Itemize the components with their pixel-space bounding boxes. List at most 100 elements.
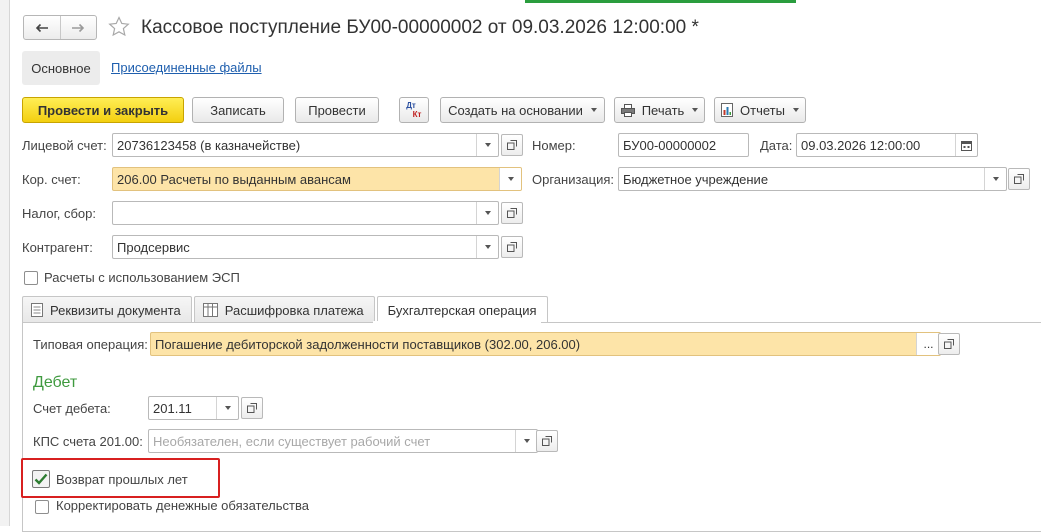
- tax-field[interactable]: [112, 201, 499, 225]
- save-button[interactable]: Записать: [192, 97, 284, 123]
- counterparty-dropdown[interactable]: [476, 236, 498, 258]
- organization-dropdown[interactable]: [984, 168, 1006, 190]
- tax-label: Налог, сбор:: [22, 206, 96, 221]
- account-open-button[interactable]: [501, 134, 523, 156]
- post-and-close-button[interactable]: Провести и закрыть: [22, 97, 184, 123]
- open-form-icon: [247, 403, 257, 413]
- tab-main[interactable]: Основное: [22, 51, 100, 85]
- chevron-down-icon: [507, 177, 514, 181]
- open-form-icon: [507, 242, 517, 252]
- counterparty-value: Продсервис: [117, 239, 190, 255]
- reports-label: Отчеты: [740, 102, 785, 118]
- favorite-button[interactable]: [107, 15, 131, 39]
- arrow-right-icon: [72, 23, 85, 32]
- chevron-down-icon: [792, 108, 799, 112]
- star-icon: [108, 16, 130, 37]
- account-field[interactable]: 20736123458 (в казначействе): [112, 133, 499, 157]
- document-tabs: Реквизиты документа Расшифровка платежа …: [22, 296, 550, 324]
- typical-operation-label: Типовая операция:: [33, 337, 148, 352]
- chevron-down-icon: [484, 211, 491, 215]
- chevron-down-icon: [992, 177, 999, 181]
- kps-open-button[interactable]: [536, 430, 558, 452]
- account-dropdown[interactable]: [476, 134, 498, 156]
- back-button[interactable]: [24, 16, 60, 39]
- forward-button[interactable]: [59, 16, 97, 39]
- debit-credit-button[interactable]: Дт Кт: [399, 97, 429, 123]
- printer-icon: [620, 103, 635, 117]
- print-button[interactable]: Печать: [614, 97, 705, 123]
- highlight-frame: [21, 458, 220, 498]
- reports-button[interactable]: Отчеты: [714, 97, 806, 123]
- kps-placeholder: Необязателен, если существует рабочий сч…: [153, 433, 431, 449]
- debit-account-dropdown[interactable]: [216, 397, 238, 419]
- adjust-obligations-checkbox[interactable]: [35, 500, 49, 514]
- report-icon: [721, 103, 734, 117]
- number-field[interactable]: БУ00-00000002: [618, 133, 749, 157]
- navigation-group: [23, 15, 97, 40]
- document-title: Кассовое поступление БУ00-00000002 от 09…: [141, 17, 699, 38]
- table-icon: [202, 303, 218, 317]
- typical-operation-select-button[interactable]: ...: [916, 333, 940, 355]
- corr-account-label: Кор. счет:: [22, 172, 81, 187]
- tab-payment-breakdown[interactable]: Расшифровка платежа: [193, 296, 375, 323]
- open-form-icon: [542, 436, 552, 446]
- typical-operation-value: Погашение дебиторской задолженности пост…: [155, 336, 581, 352]
- top-accent-line: [0, 0, 1041, 3]
- tab-document-details[interactable]: Реквизиты документа: [22, 296, 192, 323]
- tab-document-details-label: Реквизиты документа: [50, 302, 181, 318]
- counterparty-open-button[interactable]: [501, 236, 523, 258]
- account-value: 20736123458 (в казначействе): [117, 137, 301, 153]
- active-tab-joiner: [373, 321, 541, 323]
- tax-open-button[interactable]: [501, 202, 523, 224]
- arrow-left-icon: [35, 23, 48, 32]
- post-button[interactable]: Провести: [295, 97, 379, 123]
- date-label: Дата:: [760, 138, 793, 153]
- number-label: Номер:: [532, 138, 576, 153]
- kps-field[interactable]: Необязателен, если существует рабочий сч…: [148, 429, 538, 453]
- organization-field[interactable]: Бюджетное учреждение: [618, 167, 1007, 191]
- kps-label: КПС счета 201.00:: [33, 434, 143, 449]
- organization-open-button[interactable]: [1008, 168, 1030, 190]
- debit-account-field[interactable]: 201.11: [148, 396, 239, 420]
- chevron-down-icon: [484, 245, 491, 249]
- calendar-button[interactable]: [955, 134, 977, 156]
- account-label: Лицевой счет:: [22, 138, 107, 153]
- tax-dropdown[interactable]: [476, 202, 498, 224]
- create-based-on-button[interactable]: Создать на основании: [440, 97, 605, 123]
- number-value: БУ00-00000002: [623, 137, 717, 153]
- open-form-icon: [507, 140, 517, 150]
- open-form-icon: [944, 339, 954, 349]
- chevron-down-icon: [590, 108, 597, 112]
- chevron-down-icon: [523, 439, 530, 443]
- date-field[interactable]: 09.03.2026 12:00:00: [796, 133, 978, 157]
- tab-payment-breakdown-label: Расшифровка платежа: [224, 302, 364, 318]
- debit-section-title: Дебет: [33, 374, 78, 391]
- organization-label: Организация:: [532, 172, 615, 187]
- open-form-icon: [507, 208, 517, 218]
- create-based-on-label: Создать на основании: [448, 102, 583, 118]
- esp-label: Расчеты с использованием ЭСП: [44, 270, 240, 285]
- typical-operation-field[interactable]: Погашение дебиторской задолженности пост…: [150, 332, 941, 356]
- adjust-obligations-label: Корректировать денежные обязательства: [56, 498, 309, 513]
- left-panel-edge: [0, 0, 10, 526]
- debit-account-value: 201.11: [153, 400, 192, 416]
- open-form-icon: [1014, 174, 1024, 184]
- counterparty-field[interactable]: Продсервис: [112, 235, 499, 259]
- chevron-down-icon: [224, 406, 231, 410]
- date-value: 09.03.2026 12:00:00: [801, 137, 921, 153]
- corr-account-value: 206.00 Расчеты по выданным авансам: [117, 171, 351, 187]
- debit-credit-icon: Дт Кт: [406, 101, 422, 119]
- tab-accounting-operation[interactable]: Бухгалтерская операция: [376, 296, 548, 324]
- kps-dropdown[interactable]: [515, 430, 537, 452]
- debit-account-label: Счет дебета:: [33, 401, 111, 416]
- counterparty-label: Контрагент:: [22, 240, 93, 255]
- typical-operation-open-button[interactable]: [938, 333, 960, 355]
- esp-checkbox[interactable]: [24, 271, 38, 285]
- tab-attached-files[interactable]: Присоединенные файлы: [111, 60, 262, 76]
- chevron-down-icon: [484, 143, 491, 147]
- debit-account-open-button[interactable]: [241, 397, 263, 419]
- calendar-icon: [961, 140, 972, 151]
- corr-account-dropdown[interactable]: [499, 168, 521, 190]
- document-icon: [31, 303, 43, 317]
- corr-account-field[interactable]: 206.00 Расчеты по выданным авансам: [112, 167, 522, 191]
